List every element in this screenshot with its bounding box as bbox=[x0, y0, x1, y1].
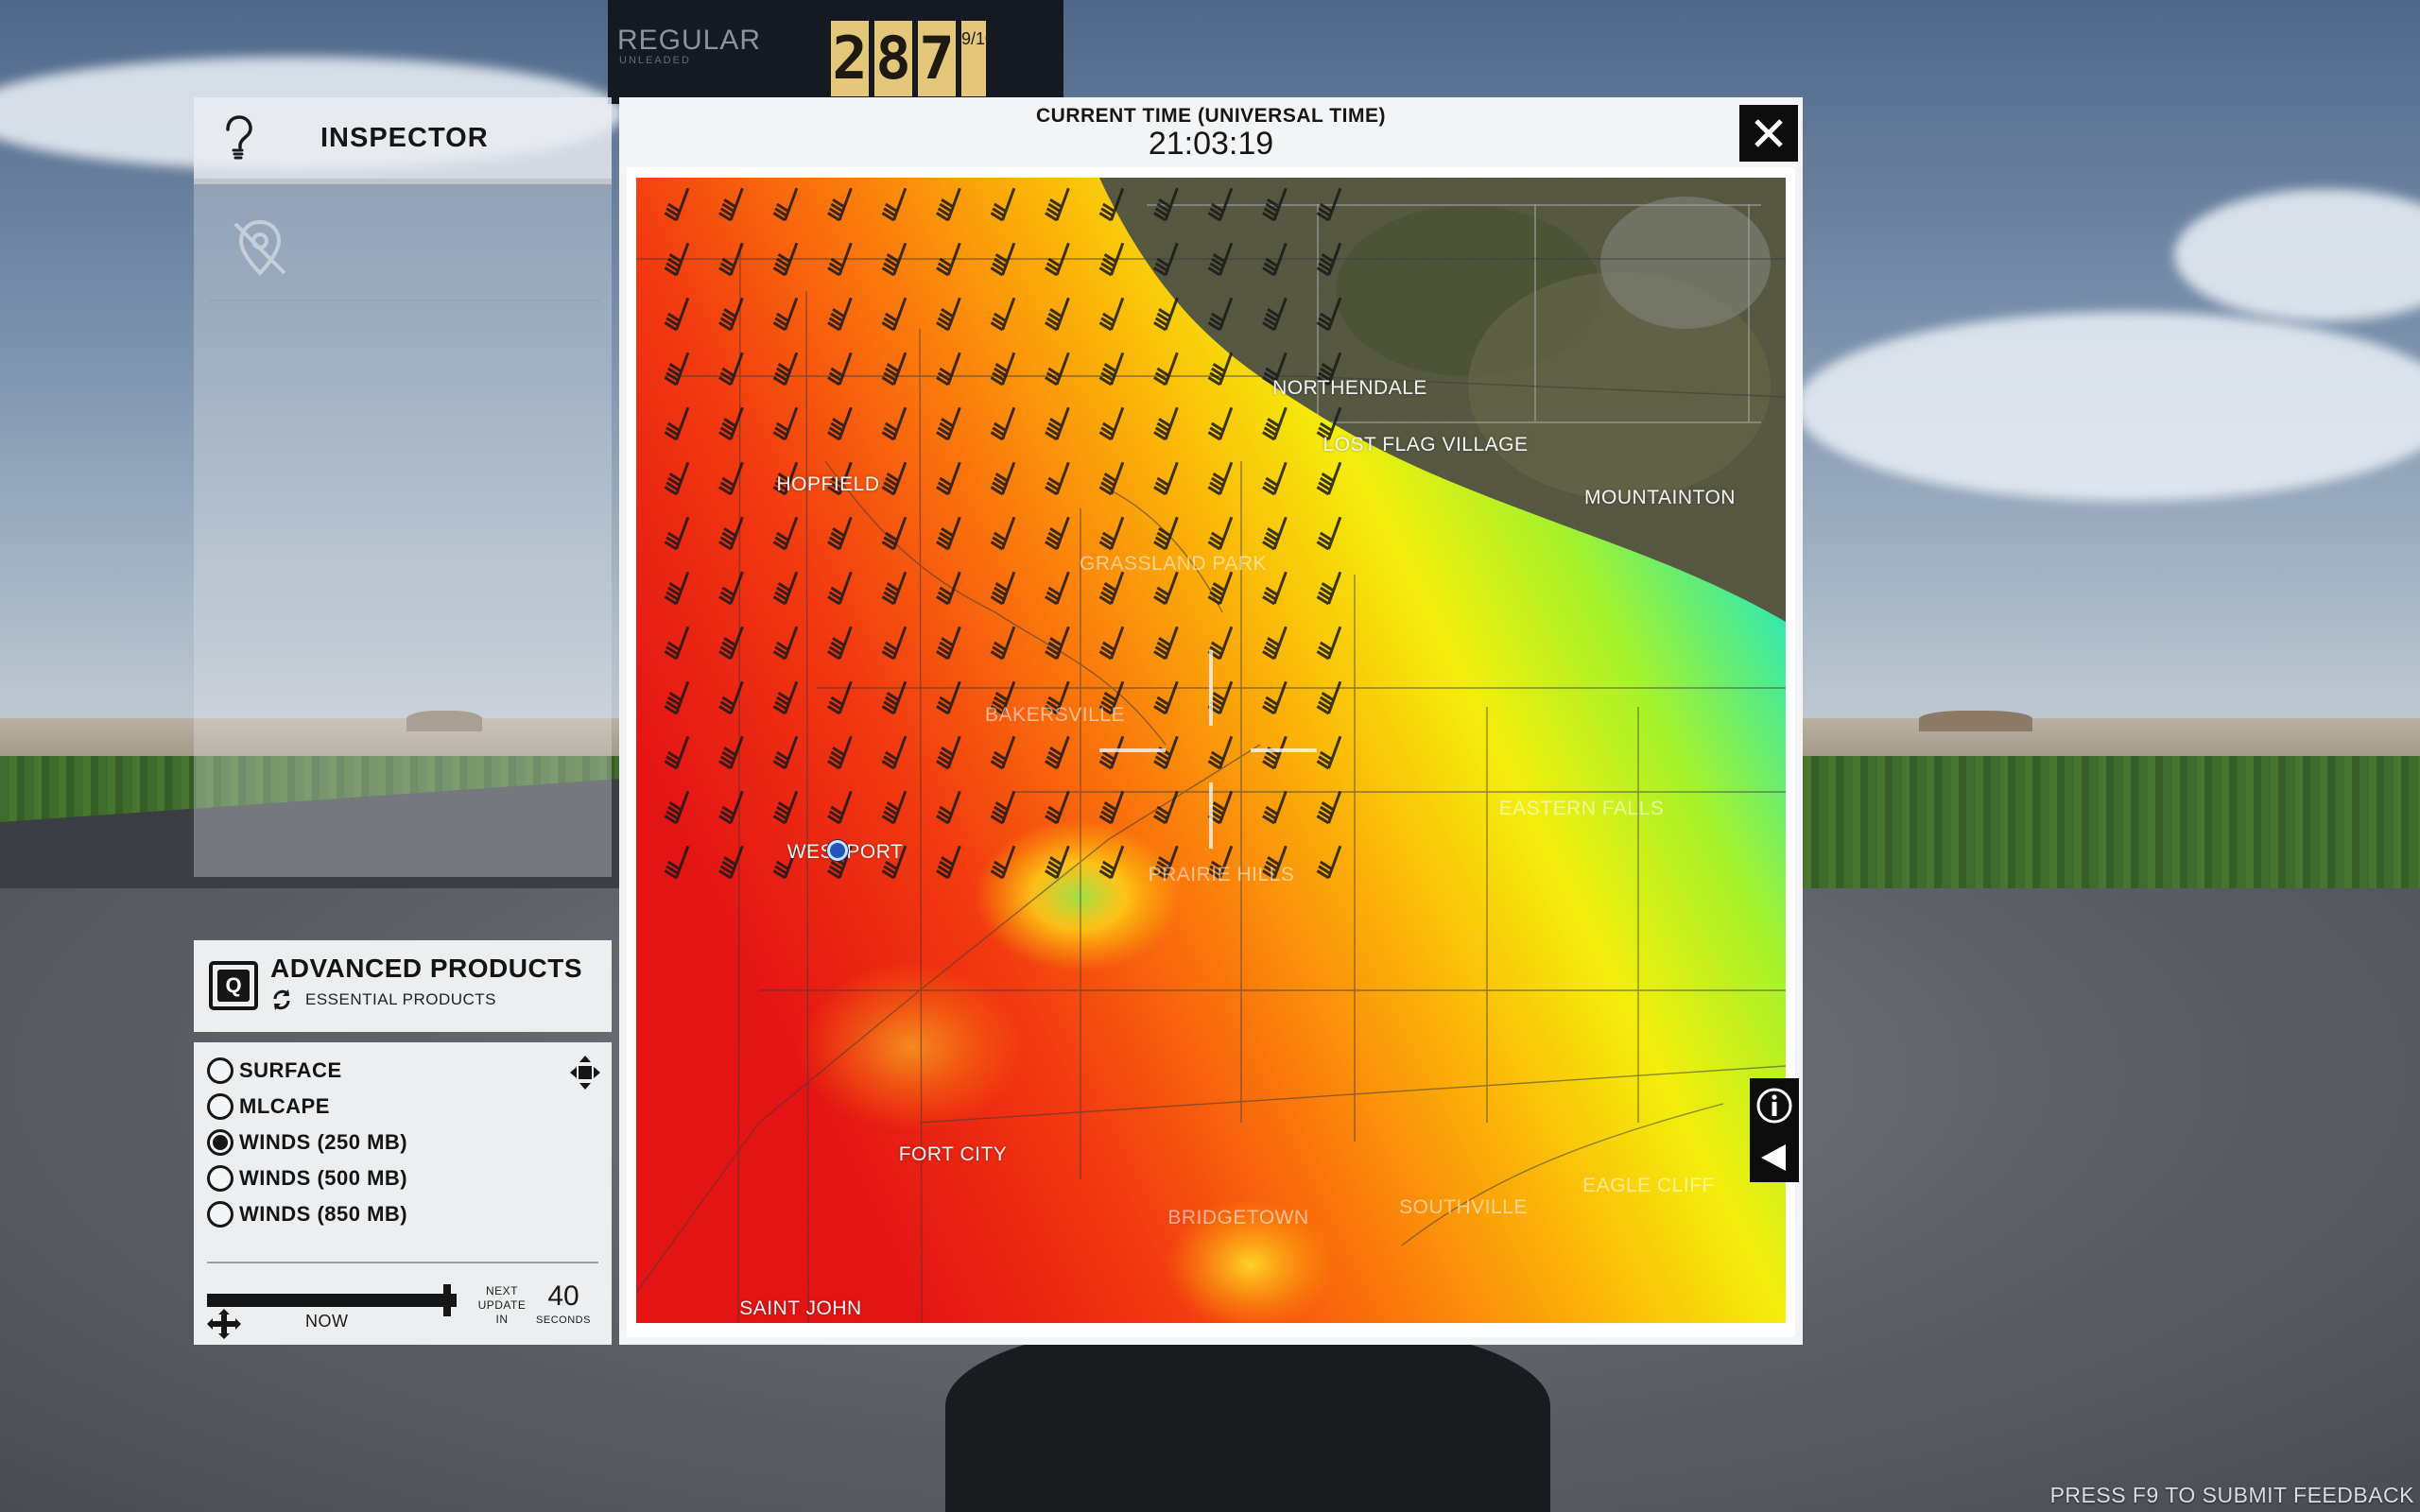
timeline-slider[interactable] bbox=[207, 1294, 457, 1307]
option-mlcape[interactable]: MLCAPE bbox=[207, 1091, 330, 1122]
option-label: SURFACE bbox=[239, 1058, 342, 1082]
price-digit: 7 bbox=[918, 21, 956, 96]
map-label-hopfield: HOPFIELD bbox=[776, 473, 880, 495]
move-icon[interactable] bbox=[568, 1054, 602, 1091]
countdown-unit: SECONDS bbox=[536, 1314, 591, 1326]
pump-brand: REGULAR bbox=[617, 25, 762, 56]
option-winds-850[interactable]: WINDS (850 MB) bbox=[207, 1199, 407, 1229]
wind-maximum bbox=[797, 962, 1024, 1132]
next-update-label: NEXT UPDATE IN bbox=[475, 1284, 528, 1327]
map-frame: NORTHENDALE LOST FLAG VILLAGE MOUNTAINTO… bbox=[627, 167, 1795, 1337]
time-value: 21:03:19 bbox=[1148, 126, 1274, 162]
option-label: WINDS (250 MB) bbox=[239, 1130, 408, 1154]
radio-button[interactable] bbox=[207, 1201, 233, 1228]
inspector-header: INSPECTOR bbox=[194, 97, 612, 184]
products-header: Q ADVANCED PRODUCTS ESSENTIAL PRODUCTS bbox=[194, 940, 612, 1032]
map-label-bridgetown: BRIDGETOWN bbox=[1167, 1207, 1309, 1228]
option-label: MLCAPE bbox=[239, 1094, 330, 1118]
swap-icon[interactable] bbox=[269, 988, 294, 1012]
products-subtitle[interactable]: ESSENTIAL PRODUCTS bbox=[305, 990, 496, 1009]
close-button[interactable] bbox=[1739, 105, 1798, 162]
fuel-pump: REGULAR UNLEADED 2 8 7 9/10 bbox=[608, 0, 1063, 104]
map-label-lost-flag-village: LOST FLAG VILLAGE bbox=[1322, 434, 1529, 455]
timeline-now-label: NOW bbox=[305, 1312, 349, 1331]
option-winds-250[interactable]: WINDS (250 MB) bbox=[207, 1127, 407, 1158]
q-key-icon: Q bbox=[209, 961, 258, 1010]
map-label-northendale: NORTHENDALE bbox=[1272, 377, 1427, 399]
price-digit: 2 bbox=[831, 21, 869, 96]
price-digit: 8 bbox=[874, 21, 912, 96]
next-update-line: IN bbox=[495, 1313, 509, 1326]
radio-button-selected[interactable] bbox=[207, 1129, 233, 1156]
product-list: SURFACE MLCAPE WINDS (250 MB) WINDS (500… bbox=[194, 1042, 612, 1345]
wind-maximum bbox=[975, 820, 1183, 971]
close-icon bbox=[1754, 119, 1783, 147]
map-label-mountainton: MOUNTAINTON bbox=[1584, 487, 1736, 508]
price-fraction: 9/10 bbox=[961, 21, 994, 96]
divider bbox=[207, 1262, 598, 1263]
collapse-arrow-icon[interactable] bbox=[1757, 1141, 1791, 1175]
info-icon[interactable] bbox=[1754, 1086, 1794, 1125]
divider bbox=[209, 300, 600, 301]
map-side-toolbar bbox=[1750, 1078, 1799, 1182]
map-label-eastern-falls: EASTERN FALLS bbox=[1498, 798, 1665, 819]
map-label-bakersville: BAKERSVILLE bbox=[985, 704, 1125, 726]
wind-map[interactable] bbox=[636, 178, 1786, 1323]
option-label: WINDS (850 MB) bbox=[239, 1202, 408, 1226]
radio-button[interactable] bbox=[207, 1057, 233, 1084]
map-label-grassland-park: GRASSLAND PARK bbox=[1080, 553, 1267, 575]
countdown-value: 40 bbox=[547, 1280, 579, 1312]
player-silhouette bbox=[945, 1323, 1550, 1512]
time-title: CURRENT TIME (UNIVERSAL TIME) bbox=[1036, 105, 1386, 127]
map-label-prairie-hills: PRAIRIE HILLS bbox=[1148, 864, 1295, 885]
radio-button[interactable] bbox=[207, 1093, 233, 1120]
timeline-thumb[interactable] bbox=[443, 1284, 451, 1316]
map-label-fort-city: FORT CITY bbox=[898, 1143, 1008, 1165]
option-surface[interactable]: SURFACE bbox=[207, 1056, 342, 1086]
radio-button[interactable] bbox=[207, 1165, 233, 1192]
player-location-marker[interactable] bbox=[827, 840, 848, 861]
map-label-southville: SOUTHVILLE bbox=[1399, 1196, 1528, 1218]
location-off-icon[interactable] bbox=[222, 211, 298, 286]
drag-handle-icon[interactable] bbox=[205, 1307, 243, 1341]
next-update-line: NEXT bbox=[485, 1284, 518, 1297]
feedback-hint: PRESS F9 TO SUBMIT FEEDBACK bbox=[2049, 1483, 2414, 1507]
weather-map-window: CURRENT TIME (UNIVERSAL TIME) 21:03:19 N… bbox=[619, 97, 1803, 1345]
inspector-panel: INSPECTOR bbox=[194, 97, 612, 877]
mesa bbox=[1919, 711, 2032, 731]
option-winds-500[interactable]: WINDS (500 MB) bbox=[207, 1163, 407, 1194]
next-update-line: UPDATE bbox=[477, 1298, 527, 1312]
question-mark-icon[interactable] bbox=[213, 112, 264, 163]
pump-grade: UNLEADED bbox=[619, 55, 691, 66]
map-label-eagle-cliff: EAGLE CLIFF bbox=[1582, 1175, 1715, 1196]
inspector-title: INSPECTOR bbox=[320, 122, 489, 153]
pump-price: 2 8 7 9/10 bbox=[831, 21, 994, 100]
option-label: WINDS (500 MB) bbox=[239, 1166, 408, 1190]
map-label-saint-john: SAINT JOHN bbox=[739, 1297, 862, 1319]
products-title: ADVANCED PRODUCTS bbox=[270, 954, 582, 983]
